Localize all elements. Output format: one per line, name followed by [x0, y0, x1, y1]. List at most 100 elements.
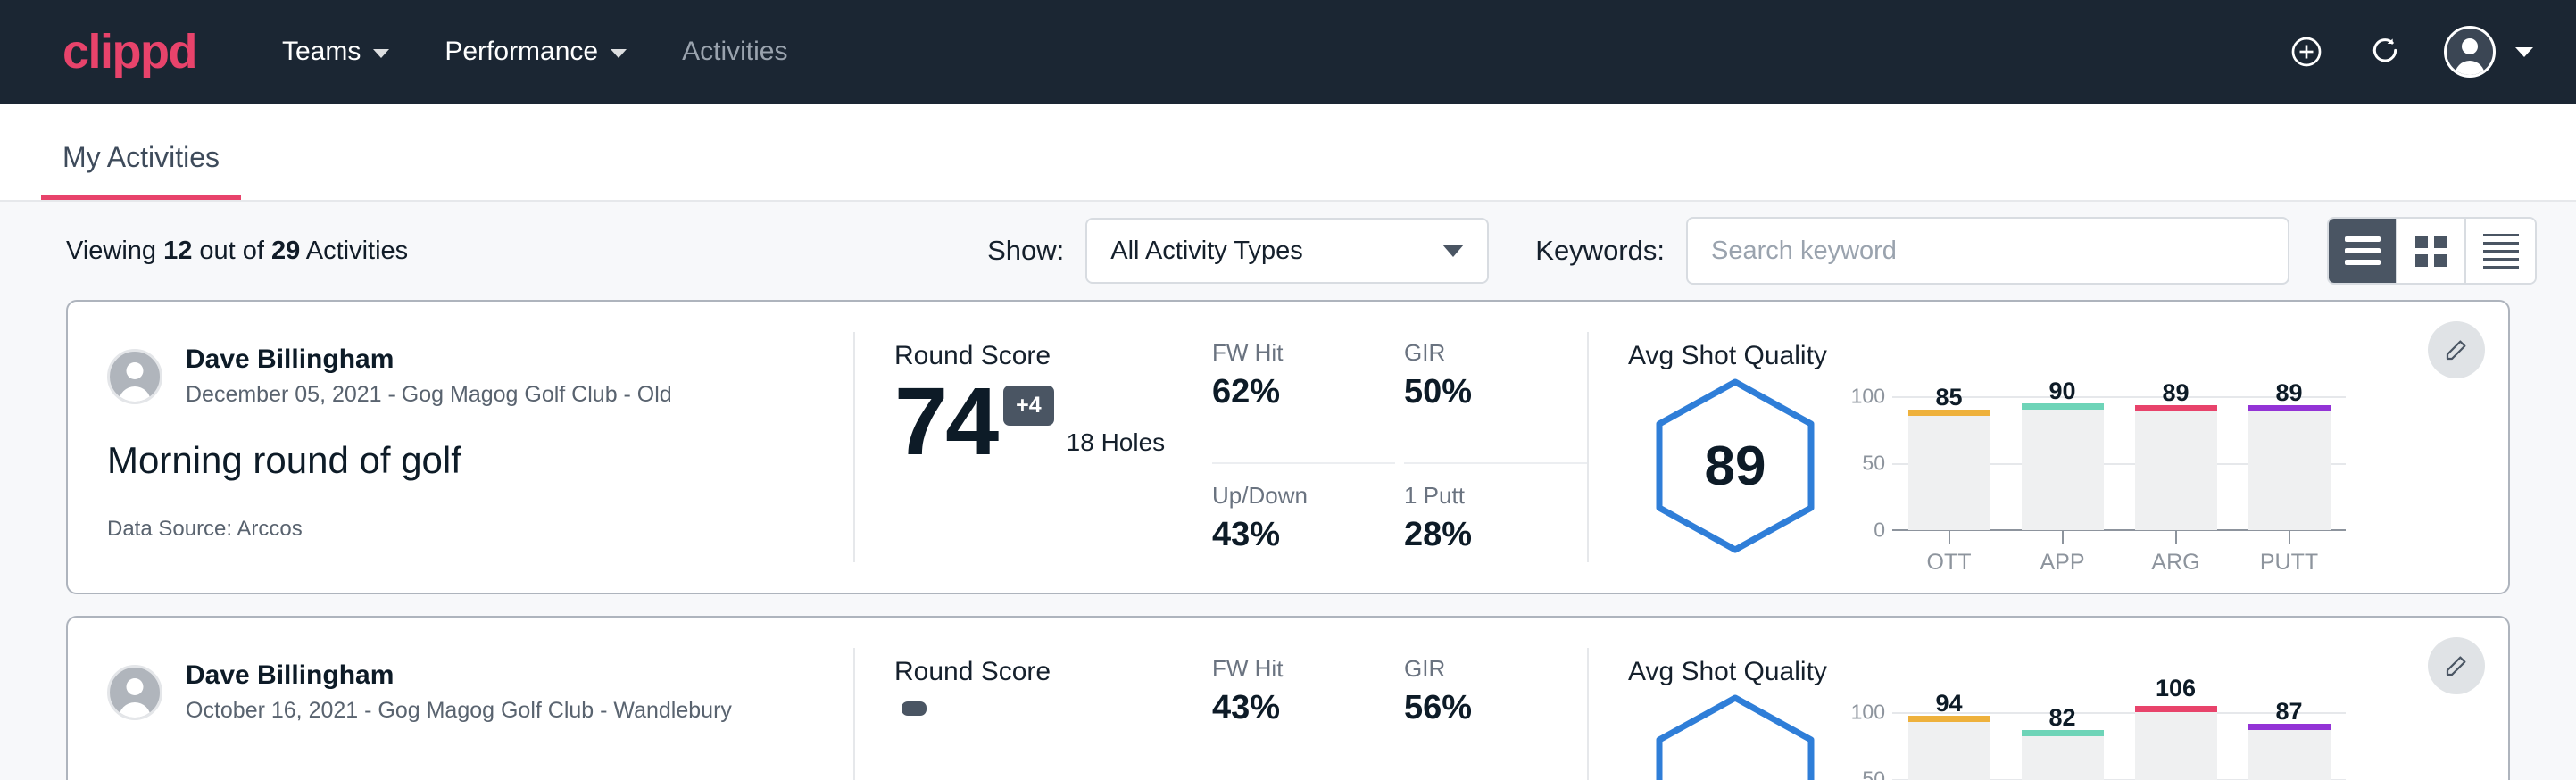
compact-view-icon	[2483, 234, 2519, 269]
bar-column-arg: 89	[2135, 396, 2217, 530]
bar-column-app: 90	[2022, 396, 2104, 530]
stat-value: 56%	[1404, 691, 1569, 725]
show-label: Show:	[987, 235, 1064, 267]
edit-activity-button[interactable]	[2428, 321, 2485, 378]
nav-item-performance[interactable]: Performance	[445, 37, 627, 67]
top-navigation-bar: clippd Teams Performance Activities	[0, 0, 2576, 104]
x-tickmark	[1949, 530, 1950, 544]
x-label-app: APP	[2022, 530, 2104, 574]
y-tick-50: 50	[1862, 769, 1885, 780]
view-mode-compact-button[interactable]	[2466, 219, 2535, 283]
activity-type-select[interactable]: All Activity Types	[1085, 218, 1489, 284]
shot-quality-bar-chart: 100 50 0 85	[1842, 396, 2346, 530]
hexagon-icon	[1654, 693, 1816, 780]
brand-logo[interactable]: clippd	[62, 28, 196, 76]
avg-shot-quality-section: Avg Shot Quality 100 50 0	[1589, 618, 2508, 780]
chevron-down-icon	[373, 49, 389, 58]
stat-up-down: Up/Down 43%	[1212, 464, 1395, 593]
refresh-icon[interactable]	[2365, 32, 2405, 71]
x-label-text: OTT	[1908, 552, 1990, 574]
chevron-down-icon	[1442, 245, 1464, 257]
x-tickmark	[2175, 530, 2177, 544]
activity-info: Dave Billingham October 16, 2021 - Gog M…	[68, 618, 853, 780]
activity-card[interactable]: Dave Billingham December 05, 2021 - Gog …	[66, 300, 2510, 594]
x-label-arg: ARG	[2135, 530, 2217, 574]
stat-value: 50%	[1404, 375, 1569, 409]
stat-gir: GIR 56%	[1404, 657, 1587, 780]
keywords-label: Keywords:	[1535, 235, 1665, 267]
avg-shot-quality-value	[1654, 693, 1816, 780]
stat-value: 43%	[1212, 518, 1377, 552]
tab-my-activities[interactable]: My Activities	[41, 143, 241, 200]
stat-fw-hit: FW Hit 43%	[1212, 657, 1395, 780]
bar-value-arg: 106	[2135, 676, 2217, 701]
plus-circle-icon[interactable]	[2287, 32, 2326, 71]
bar-value-app: 90	[2022, 379, 2104, 403]
bar-cap-arg	[2135, 706, 2217, 712]
activity-person: Dave Billingham December 05, 2021 - Gog …	[107, 343, 853, 410]
bar-value-arg: 89	[2135, 381, 2217, 405]
avg-shot-quality-value: 89	[1654, 377, 1816, 555]
bar-value-app: 82	[2022, 706, 2104, 730]
nav-item-teams[interactable]: Teams	[282, 37, 389, 67]
grid-view-icon	[2415, 236, 2447, 267]
quality-hexagon-wrap: 89	[1628, 377, 1842, 555]
chart-plot-area: 85 90	[1892, 396, 2346, 530]
stat-value: 43%	[1212, 691, 1377, 725]
bar-column-arg: 106	[2135, 712, 2217, 780]
x-label-putt: PUTT	[2248, 530, 2331, 574]
activity-person: Dave Billingham October 16, 2021 - Gog M…	[107, 659, 853, 726]
round-score-row: 74 +4 18 Holes	[894, 373, 1212, 469]
bar-cap-arg	[2135, 405, 2217, 411]
bar-value-ott: 85	[1908, 386, 1990, 410]
bar-cap-app	[2022, 403, 2104, 410]
y-tick-100: 100	[1851, 386, 1885, 407]
avg-shot-quality-body: 89 100 50 0 85	[1628, 377, 2508, 555]
search-input[interactable]	[1686, 217, 2289, 285]
chart-x-labels: OTT APP ARG	[1892, 530, 2346, 574]
nav-item-activities[interactable]: Activities	[682, 37, 787, 67]
round-score-section: Round Score	[855, 618, 1212, 780]
hexagon-icon: 89	[1654, 377, 1816, 555]
activity-card[interactable]: Dave Billingham October 16, 2021 - Gog M…	[66, 616, 2510, 780]
edit-activity-button[interactable]	[2428, 637, 2485, 694]
activity-info: Dave Billingham December 05, 2021 - Gog …	[68, 302, 853, 593]
view-mode-list-button[interactable]	[2329, 219, 2397, 283]
avg-shot-quality-body: 100 50 0 94	[1628, 693, 2508, 780]
chart-bars: 85 90	[1892, 396, 2346, 530]
nav-item-performance-label: Performance	[445, 37, 598, 67]
stat-one-putt: 1 Putt 28%	[1404, 464, 1587, 593]
bar-cap-app	[2022, 730, 2104, 736]
activity-list: Dave Billingham December 05, 2021 - Gog …	[0, 300, 2576, 780]
bar-app	[2022, 410, 2104, 530]
bar-value-putt: 87	[2248, 700, 2331, 724]
bar-value-putt: 89	[2248, 381, 2331, 405]
chevron-down-icon	[2515, 47, 2533, 57]
score-differential-badge	[902, 701, 927, 716]
filter-bar: Viewing 12 out of 29 Activities Show: Al…	[0, 202, 2576, 300]
user-avatar-icon	[2444, 26, 2496, 78]
bar-cap-ott	[1908, 410, 1990, 416]
chart-y-axis: 100 50 0	[1842, 712, 1892, 780]
bar-putt	[2248, 411, 2331, 530]
x-label-ott: OTT	[1908, 530, 1990, 574]
person-name: Dave Billingham	[186, 343, 672, 377]
y-tick-100: 100	[1851, 702, 1885, 723]
x-label-text: ARG	[2135, 552, 2217, 574]
bar-column-ott: 85	[1908, 396, 1990, 530]
activity-data-source: Data Source: Arccos	[107, 517, 853, 542]
view-mode-toggle	[2327, 217, 2537, 285]
stat-value: 62%	[1212, 375, 1377, 409]
stat-fw-hit: FW Hit 62%	[1212, 341, 1395, 464]
view-mode-grid-button[interactable]	[2397, 219, 2466, 283]
primary-nav-links: Teams Performance Activities	[282, 37, 787, 67]
filter-controls: Show: All Activity Types Keywords:	[987, 217, 2537, 285]
chart-bars: 94 82	[1892, 712, 2346, 780]
bar-arg	[2135, 411, 2217, 530]
chart-plot-area: 94 82	[1892, 712, 2346, 780]
nav-item-activities-label: Activities	[682, 37, 787, 67]
avg-shot-quality-label: Avg Shot Quality	[1628, 659, 2508, 685]
user-menu[interactable]	[2444, 26, 2533, 78]
activity-stats: FW Hit 43% GIR 56%	[1212, 618, 1587, 780]
x-tickmark	[2289, 530, 2290, 544]
